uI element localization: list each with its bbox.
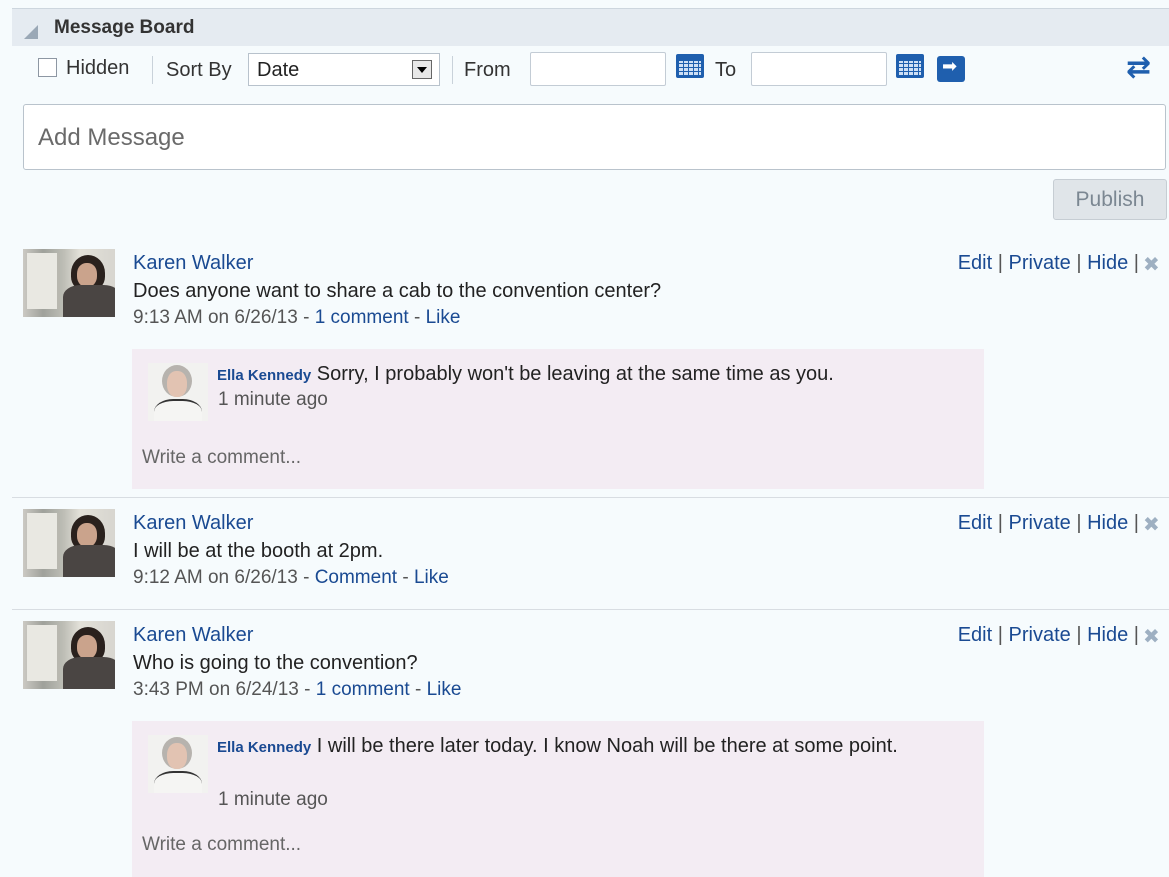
calendar-icon[interactable]	[676, 54, 704, 78]
comment-link[interactable]: Comment	[315, 567, 397, 588]
post-meta: 9:13 AM on 6/26/13 - 1 comment - Like	[133, 307, 461, 328]
chevron-down-icon[interactable]	[412, 60, 432, 79]
comment-author[interactable]: Ella Kennedy	[217, 739, 311, 756]
publish-button[interactable]: Publish	[1053, 179, 1167, 220]
post-text: Does anyone want to share a cab to the c…	[133, 280, 662, 302]
comment-thread: Ella Kennedy I will be there later today…	[132, 721, 984, 877]
comment-timestamp: 1 minute ago	[218, 789, 328, 810]
close-icon[interactable]: ✖	[1143, 624, 1160, 648]
comment-author[interactable]: Ella Kennedy	[217, 367, 311, 384]
sort-by-select[interactable]: Date	[248, 53, 440, 86]
arrow-right-icon[interactable]	[937, 56, 965, 82]
close-icon[interactable]: ✖	[1143, 512, 1160, 536]
private-link[interactable]: Private	[1009, 512, 1071, 534]
post-author[interactable]: Karen Walker	[133, 624, 253, 647]
comment-thread: Ella Kennedy Sorry, I probably won't be …	[132, 349, 984, 489]
from-date-input[interactable]	[530, 52, 666, 86]
close-icon[interactable]: ✖	[1143, 252, 1160, 276]
comment-text-line: Ella Kennedy Sorry, I probably won't be …	[217, 361, 957, 389]
write-comment-input[interactable]: Write a comment...	[142, 834, 301, 856]
refresh-icon[interactable]: ⇄	[1126, 50, 1151, 85]
collapse-triangle-icon[interactable]	[24, 25, 38, 39]
hide-link[interactable]: Hide	[1087, 252, 1128, 274]
toolbar-divider	[152, 56, 153, 84]
like-link[interactable]: Like	[427, 679, 462, 700]
hidden-label: Hidden	[66, 57, 130, 79]
post-author[interactable]: Karen Walker	[133, 252, 253, 275]
edit-link[interactable]: Edit	[958, 252, 992, 274]
divider	[12, 497, 1169, 498]
sort-by-value: Date	[257, 59, 300, 81]
edit-link[interactable]: Edit	[958, 512, 992, 534]
avatar[interactable]	[148, 363, 208, 421]
avatar[interactable]	[23, 509, 115, 577]
post-actions: Edit | Private | Hide |	[957, 252, 1139, 274]
filter-toolbar: Hidden Sort By Date From To ⇄	[0, 50, 1169, 90]
avatar[interactable]	[23, 249, 115, 317]
post-meta: 3:43 PM on 6/24/13 - 1 comment - Like	[133, 679, 462, 700]
add-message-input[interactable]	[36, 119, 1140, 157]
divider	[12, 609, 1169, 610]
sort-by-label: Sort By	[166, 59, 232, 81]
hide-link[interactable]: Hide	[1087, 624, 1128, 646]
post-author[interactable]: Karen Walker	[133, 512, 253, 535]
toolbar-divider	[452, 56, 453, 84]
comment-link[interactable]: 1 comment	[315, 307, 409, 328]
like-link[interactable]: Like	[414, 567, 449, 588]
message-board-header: Message Board	[12, 8, 1169, 46]
like-link[interactable]: Like	[426, 307, 461, 328]
comment-link[interactable]: 1 comment	[316, 679, 410, 700]
comment-text-line: Ella Kennedy I will be there later today…	[217, 733, 957, 761]
post-text: Who is going to the convention?	[133, 652, 418, 674]
private-link[interactable]: Private	[1009, 624, 1071, 646]
post-timestamp: 9:13 AM on 6/26/13	[133, 307, 298, 328]
post-timestamp: 9:12 AM on 6/26/13	[133, 567, 298, 588]
private-link[interactable]: Private	[1009, 252, 1071, 274]
hide-link[interactable]: Hide	[1087, 512, 1128, 534]
avatar[interactable]	[148, 735, 208, 793]
comment-text: I will be there later today. I know Noah…	[316, 735, 898, 757]
add-message-field[interactable]	[23, 104, 1166, 170]
write-comment-input[interactable]: Write a comment...	[142, 447, 301, 469]
edit-link[interactable]: Edit	[958, 624, 992, 646]
avatar[interactable]	[23, 621, 115, 689]
page-title: Message Board	[54, 17, 195, 38]
from-label: From	[464, 59, 511, 81]
calendar-icon[interactable]	[896, 54, 924, 78]
comment-text: Sorry, I probably won't be leaving at th…	[316, 363, 834, 385]
hidden-checkbox[interactable]	[38, 58, 57, 77]
post-timestamp: 3:43 PM on 6/24/13	[133, 679, 299, 700]
post-actions: Edit | Private | Hide |	[957, 512, 1139, 534]
to-date-input[interactable]	[751, 52, 887, 86]
post-text: I will be at the booth at 2pm.	[133, 540, 384, 562]
comment-timestamp: 1 minute ago	[218, 389, 328, 410]
to-label: To	[715, 59, 737, 81]
post-actions: Edit | Private | Hide |	[957, 624, 1139, 646]
post-meta: 9:12 AM on 6/26/13 - Comment - Like	[133, 567, 449, 588]
